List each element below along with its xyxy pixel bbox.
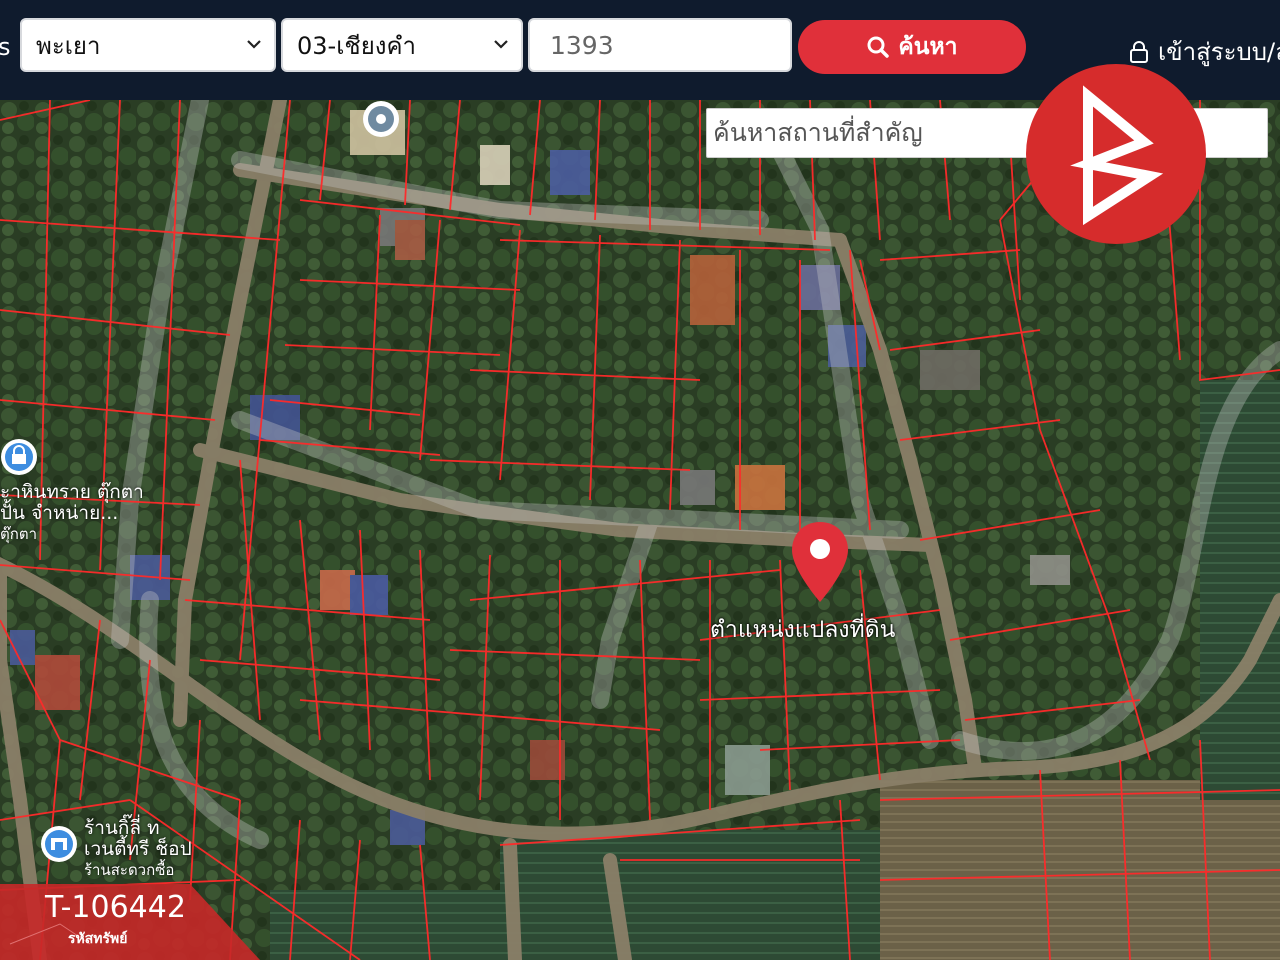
brand-logo (1026, 64, 1206, 244)
district-select[interactable]: 03-เชียงคำ (281, 18, 523, 72)
asset-code-label: รหัสทรัพย์ (68, 931, 128, 947)
map-pin-icon[interactable] (789, 520, 851, 604)
chevron-down-icon (494, 40, 508, 49)
search-icon (867, 36, 890, 58)
poi-label[interactable]: ะาหินทราย ตุ๊กตา ปั้น จำหน่าย... ตุ๊กตา (0, 482, 144, 545)
search-button-label: ค้นหา (898, 34, 958, 60)
header-edge-text: s (0, 33, 11, 61)
chevron-down-icon (247, 40, 261, 49)
poi-label-line: เวนตี้ทรี ช็อป (84, 838, 192, 860)
poi-location-icon[interactable] (362, 100, 400, 138)
poi-shop-icon[interactable] (40, 825, 78, 863)
poi-label-line: ปั้น จำหน่าย... (0, 502, 119, 524)
parcel-location-label: ตำแหน่งแปลงที่ดิน (710, 617, 896, 643)
parcel-number-value: 1393 (550, 30, 614, 60)
poi-label-line: ร้านสะดวกซื้อ (84, 861, 175, 879)
asset-code: T-106442 (45, 890, 186, 925)
province-select[interactable]: พะเยา (20, 18, 276, 72)
district-value: 03-เชียงคำ (297, 31, 417, 60)
logo-icon (1070, 85, 1164, 226)
poi-label-line: ตุ๊กตา (0, 525, 37, 543)
poi-label-line: ะาหินทราย ตุ๊กตา (0, 481, 144, 503)
poi-label-line: ร้านกิ๊ลี่ ท (84, 817, 160, 839)
landmark-search-placeholder: ค้นหาสถานที่สำคัญ (713, 118, 923, 147)
poi-location-icon[interactable] (0, 438, 38, 476)
search-button[interactable]: ค้นหา (798, 20, 1026, 74)
parcel-number-input[interactable]: 1393 (528, 18, 792, 72)
province-value: พะเยา (36, 31, 101, 60)
lock-icon (1130, 40, 1148, 63)
poi-label[interactable]: ร้านกิ๊ลี่ ท เวนตี้ทรี ช็อป ร้านสะดวกซื้… (84, 818, 192, 881)
